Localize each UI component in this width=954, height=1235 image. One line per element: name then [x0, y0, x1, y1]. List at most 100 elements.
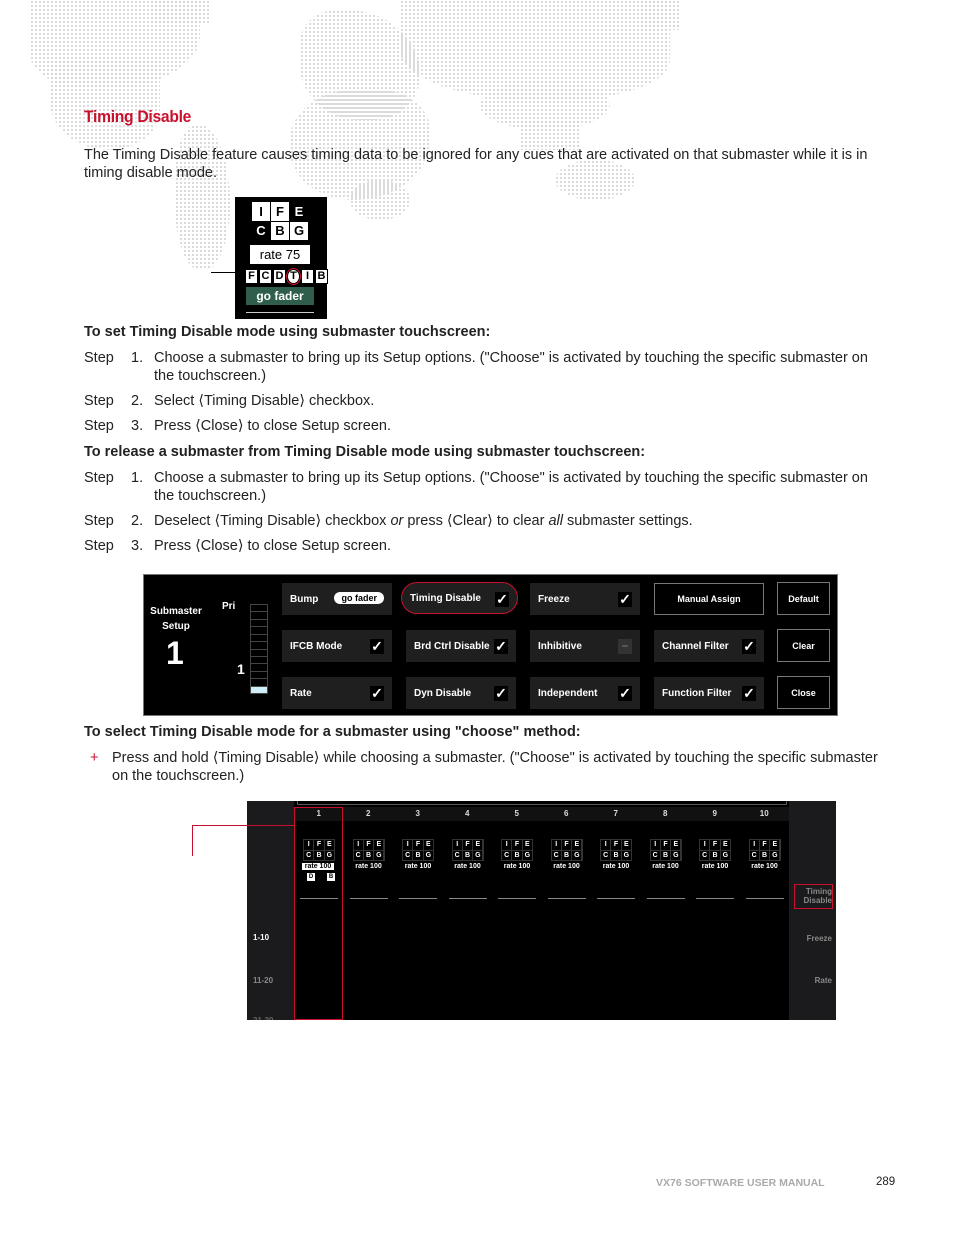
timing-disable-highlight	[794, 884, 833, 909]
checkbox-checked[interactable]: ✓	[618, 686, 632, 701]
page-group-11-20[interactable]: 11-20	[253, 976, 273, 985]
ifcb-grid: IFE CBG	[748, 839, 781, 861]
option-ifcb-mode[interactable]: IFCB Mode ✓	[282, 630, 392, 662]
ifcb-cell: I	[403, 840, 413, 850]
option-independent[interactable]: Independent ✓	[530, 677, 640, 709]
submaster-column[interactable]: I F E C B Grate 100	[594, 839, 638, 870]
option-bump[interactable]: Bump go fader	[282, 583, 392, 615]
manual-assign-button[interactable]: Manual Assign	[654, 583, 764, 615]
flag-row: F C D T I B	[245, 268, 328, 285]
column-number: 8	[663, 809, 668, 818]
flag-b: B	[315, 269, 328, 284]
freeze-mode-button[interactable]: Freeze	[807, 934, 832, 943]
submaster-column[interactable]: I F E C B Grate 100	[743, 839, 787, 870]
column-number: 2	[366, 809, 371, 818]
close-button[interactable]: Close	[777, 676, 830, 709]
option-inhibitive[interactable]: Inhibitive –	[530, 630, 640, 662]
submaster-column[interactable]: I F E C B Grate 100	[693, 839, 737, 870]
setup-title-line: Submaster	[150, 606, 202, 617]
ifcb-cell: F	[611, 840, 621, 850]
fader-line	[696, 898, 734, 899]
rate-mode-button[interactable]: Rate	[815, 976, 832, 985]
ifcb-cell: B	[759, 850, 770, 860]
rate-label: rate 100	[503, 863, 531, 870]
flag-f: F	[245, 269, 258, 284]
ifcb-cell: C	[749, 850, 759, 860]
ifcb-cell: B	[462, 850, 473, 860]
step-text-part: Deselect ⟨Timing Disable⟩ checkbox	[154, 513, 391, 529]
step-text-part: press ⟨Clear⟩ to clear	[403, 513, 549, 529]
step-text: Choose a submaster to bring up its Setup…	[154, 470, 868, 504]
ifcb-cell: B	[363, 850, 374, 860]
default-button[interactable]: Default	[777, 582, 830, 615]
column-number: 10	[759, 809, 769, 818]
fader-line	[498, 898, 536, 899]
setup-title: Submaster Setup	[150, 604, 202, 634]
option-label: Function Filter	[662, 687, 732, 699]
world-map-background	[0, 0, 954, 270]
step-number: 3.	[131, 538, 144, 554]
fader-line	[745, 898, 784, 899]
ifcb-cell: B	[561, 850, 572, 860]
checkbox-checked[interactable]: ✓	[494, 686, 508, 701]
submaster-icon-figure: I F E C B G rate 75 F C D T I B go fader	[235, 197, 328, 319]
ifcb-cell: F	[561, 840, 572, 850]
submaster-column[interactable]: I F E C B Grate 100	[495, 839, 539, 870]
procedure-heading-release: To release a submaster from Timing Disab…	[84, 444, 646, 460]
rate-label: rate 100	[355, 863, 382, 870]
option-label: Brd Ctrl Disable	[414, 640, 490, 652]
ifcb-grid: IFE CBG	[451, 839, 484, 861]
submaster-column[interactable]: I F E C B Grate 100	[396, 839, 440, 870]
checkbox-checked[interactable]: ✓	[618, 592, 632, 607]
submaster-column[interactable]: I F E C B Grate 100	[347, 839, 391, 870]
option-timing-disable[interactable]: Timing Disable ✓	[401, 582, 518, 614]
checkbox-checked[interactable]: ✓	[370, 686, 384, 701]
fader-line	[349, 898, 388, 899]
flag-c: C	[259, 269, 272, 284]
checkbox-checked[interactable]: ✓	[742, 686, 756, 701]
step-text: Deselect ⟨Timing Disable⟩ checkbox or pr…	[154, 512, 874, 530]
page-group-21-30[interactable]: 21-30	[253, 1016, 273, 1020]
ifcb-grid: IFE CBG	[550, 839, 583, 861]
bump-mode-pill[interactable]: go fader	[334, 592, 384, 604]
submaster-column[interactable]: I F E C B Grate 100	[446, 839, 490, 870]
step-item: Step 1. Choose a submaster to bring up i…	[84, 349, 874, 385]
option-freeze[interactable]: Freeze ✓	[530, 583, 640, 615]
ifcb-cell: F	[512, 840, 522, 850]
option-dyn-disable[interactable]: Dyn Disable ✓	[406, 677, 516, 709]
ifcb-cell: B	[271, 221, 289, 240]
emphasis-all: all	[548, 513, 563, 529]
option-function-filter[interactable]: Function Filter ✓	[654, 677, 764, 709]
checkbox-unchecked[interactable]: –	[618, 639, 632, 654]
step-text: Select ⟨Timing Disable⟩ checkbox.	[154, 393, 375, 409]
ifcb-cell: E	[572, 840, 582, 850]
rate-label: rate 100	[553, 863, 580, 870]
option-brd-ctrl-disable[interactable]: Brd Ctrl Disable ✓	[406, 630, 516, 662]
option-channel-filter[interactable]: Channel Filter ✓	[654, 630, 764, 662]
column-number: 3	[415, 809, 420, 818]
priority-slider[interactable]	[250, 604, 268, 695]
checkbox-checked[interactable]: ✓	[370, 639, 384, 654]
page-group-1-10[interactable]: 1-10	[253, 933, 269, 942]
checkbox-checked[interactable]: ✓	[495, 592, 509, 607]
ifcb-cell: E	[621, 840, 631, 850]
clear-button[interactable]: Clear	[777, 629, 830, 662]
bullet-text: Press and hold ⟨Timing Disable⟩ while ch…	[112, 750, 878, 784]
plus-bullet-icon: +	[90, 750, 99, 766]
step-item: Step 2. Deselect ⟨Timing Disable⟩ checkb…	[84, 512, 874, 530]
option-label: Freeze	[538, 593, 570, 605]
procedure-heading-set: To set Timing Disable mode using submast…	[84, 324, 491, 340]
ifcb-cell: C	[403, 850, 413, 860]
step-label: Step	[84, 513, 114, 529]
ifcb-cell: C	[601, 850, 611, 860]
column-number: 5	[514, 809, 519, 818]
step-text-part: submaster settings.	[562, 513, 693, 529]
bullet-item: + Press and hold ⟨Timing Disable⟩ while …	[90, 749, 880, 785]
checkbox-checked[interactable]: ✓	[742, 639, 756, 654]
submaster-column[interactable]: I F E C B Grate 100	[644, 839, 688, 870]
ifcb-cell: E	[720, 840, 730, 850]
submaster-column[interactable]: I F E C B G rate 100	[545, 839, 589, 870]
option-rate[interactable]: Rate ✓	[282, 677, 392, 709]
checkbox-checked[interactable]: ✓	[494, 639, 508, 654]
ifcb-cell: E	[290, 202, 308, 221]
